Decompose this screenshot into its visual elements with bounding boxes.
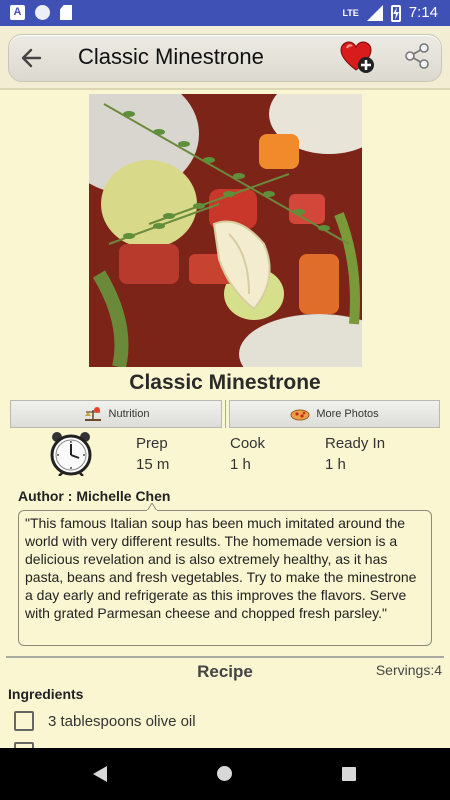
system-nav-bar [0,748,450,800]
status-bar: A LTE 7:14 [0,0,450,26]
app-a-icon: A [10,5,25,20]
page-title: Classic Minestrone [78,44,264,69]
system-icons: LTE 7:14 [342,3,438,23]
cook-value: 1 h [230,456,251,473]
more-photos-button[interactable]: More Photos [229,400,440,428]
heart-plus-icon[interactable] [340,40,376,74]
app-toolbar: Classic Minestrone [0,26,450,90]
nav-home-icon[interactable] [217,766,232,781]
arrow-left-icon[interactable] [18,44,46,72]
network-type: LTE [342,7,359,18]
alarm-clock-icon [50,432,92,476]
ready-value: 1 h [325,456,346,473]
prep-label: Prep [136,435,168,452]
nav-recents-icon[interactable] [342,767,356,781]
section-divider [6,656,444,658]
info-tabs: Nutrition More Photos [8,400,442,430]
ingredients-header: Ingredients [8,686,84,702]
ready-time: Ready In 1 h [325,435,385,473]
pizza-icon [290,409,310,421]
nav-back-icon[interactable] [93,766,107,782]
more-photos-label: More Photos [316,408,379,420]
tab-divider [225,400,226,428]
signal-icon [366,5,383,21]
time-info: Prep 15 m Cook 1 h Ready In 1 h [0,432,450,480]
recipe-title: Classic Minestrone [129,371,321,394]
cook-time: Cook 1 h [230,435,265,473]
ready-label: Ready In [325,435,386,452]
nutrition-label: Nutrition [108,408,150,420]
recipe-description: "This famous Italian soup has been much … [18,510,432,646]
recipe-photo[interactable] [89,94,362,367]
speech-bubble-notch [147,503,157,511]
clock-time: 7:14 [408,4,438,21]
scale-apple-icon [84,407,101,421]
author-name: Author : Michelle Chen [18,488,171,504]
share-icon[interactable] [403,42,431,70]
nutrition-button[interactable]: Nutrition [10,400,222,428]
prep-time: Prep 15 m [136,435,169,473]
minestrone-soup-image [89,94,362,367]
ingredient-text: 3 tablespoons olive oil [48,712,196,730]
servings-count[interactable]: Servings:4 [376,662,442,678]
sd-card-icon [60,5,72,20]
ingredient-checkbox[interactable] [14,711,34,731]
notification-icons: A [10,5,72,20]
circle-icon [35,5,50,20]
battery-charging-icon [390,4,401,22]
prep-value: 15 m [136,456,170,473]
ingredient-item: 3 tablespoons olive oil [14,710,196,732]
cook-label: Cook [230,435,266,452]
